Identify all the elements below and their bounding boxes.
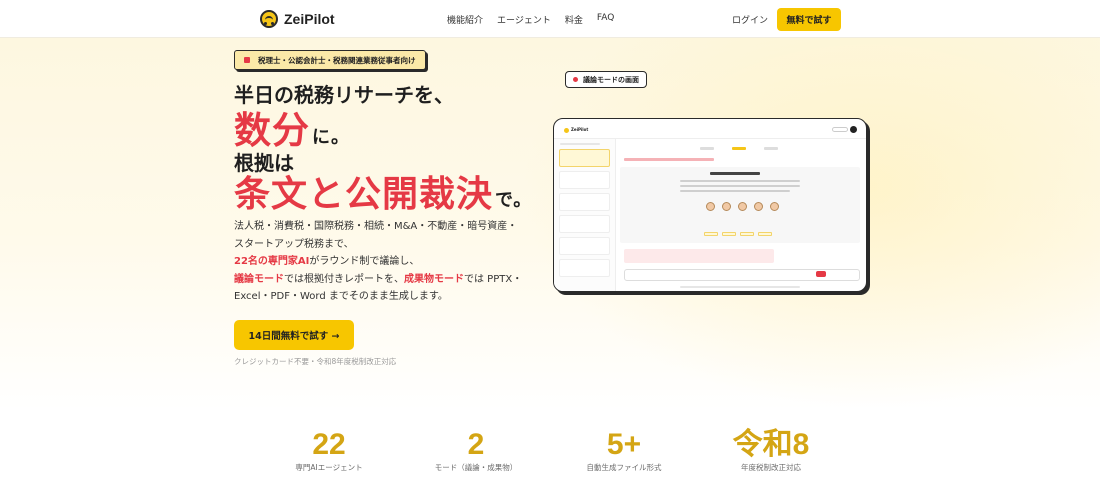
mock-main-area [620, 139, 864, 291]
badge-text: 税理士・公認会計士・税務関連業務従事者向け [258, 55, 416, 65]
desc-line-1: 法人税・消費税・国際税務・相続・M&A・不動産・暗号資産・ [234, 221, 518, 232]
desc-line-4-mid: では根拠付きレポートを、 [284, 273, 404, 285]
mock-topbar: ZeiPilot [554, 119, 866, 139]
mock-option-tab [704, 232, 718, 236]
nav-faq[interactable]: FAQ [597, 13, 614, 26]
stat-label: 自動生成ファイル形式 [586, 463, 662, 472]
desc-line-5: Excel・PDF・Word までそのまま生成します。 [234, 291, 448, 303]
headline-highlight-sources: 条文と公開裁決 [234, 174, 494, 215]
hero-description: 法人税・消費税・国際税務・相続・M&A・不動産・暗号資産・ スタートアップ税務ま… [234, 218, 524, 306]
mock-sidebar-card [559, 237, 610, 255]
mock-screen-label: 議論モードの画面 [565, 71, 647, 88]
nav-agents[interactable]: エージェント [497, 13, 551, 26]
mock-label-dot-icon [573, 77, 578, 82]
stat-value: 2 [467, 428, 485, 461]
stat-label: モード（議論・成果物） [434, 463, 518, 472]
mock-panel-title [710, 172, 760, 175]
mock-step [700, 147, 714, 150]
stat-label: 専門AIエージェント [295, 463, 363, 472]
mock-alert [624, 158, 714, 161]
headline-suffix-ni: に。 [312, 127, 350, 148]
mock-sidebar-card [559, 259, 610, 277]
mock-sidebar-card [559, 193, 610, 211]
stat-value: 令和8 [732, 428, 810, 461]
badge-bullet-icon [244, 57, 250, 63]
stat-agents: 22 専門AIエージェント [254, 430, 404, 473]
mock-panel-line [680, 185, 800, 187]
mock-sidebar-card-active [559, 149, 610, 167]
stat-label: 年度税制改正対応 [741, 463, 801, 472]
mock-logo-icon [564, 128, 569, 133]
mock-logo-text: ZeiPilot [571, 127, 589, 132]
stat-tax-reform: 令和8 年度税制改正対応 [696, 430, 846, 473]
mock-message [624, 249, 774, 263]
nav-features[interactable]: 機能紹介 [447, 13, 483, 26]
agent-avatar-icon [754, 202, 763, 211]
mock-footer-line [680, 286, 800, 288]
mock-sidebar-card [559, 171, 610, 189]
main-nav: 機能紹介 エージェント 料金 FAQ [447, 13, 614, 26]
free-trial-button-header[interactable]: 無料で試す [777, 8, 841, 31]
desc-highlight-deliverable-mode: 成果物モード [404, 273, 464, 285]
mock-step [764, 147, 778, 150]
mock-avatar-icon [850, 126, 857, 133]
mock-sidebar-line [560, 143, 600, 145]
stat-modes: 2 モード（議論・成果物） [401, 430, 551, 473]
desc-line-2: スタートアップ税務まで、 [234, 238, 354, 250]
desc-line-4: 議論モードでは根拠付きレポートを、成果物モードでは PPTX・ [234, 271, 524, 289]
stat-file-formats: 5+ 自動生成ファイル形式 [549, 430, 699, 473]
mock-panel-line [680, 180, 800, 182]
mock-option-tabs [704, 232, 772, 236]
cta-note: クレジットカード不要・令和8年度税制改正対応 [234, 357, 397, 366]
desc-highlight-experts: 22名の専門家AI [234, 256, 310, 268]
login-link[interactable]: ログイン [732, 13, 768, 26]
headline-suffix-de: で。 [495, 190, 533, 211]
headline-highlight-minutes: 数分 [234, 109, 310, 152]
desc-line-3-rest: がラウンド制で議論し、 [309, 256, 420, 268]
desc-line-3: 22名の専門家AIがラウンド制で議論し、 [234, 253, 524, 271]
desc-line-4-rest: では PPTX・ [464, 273, 523, 285]
app-screenshot-mock: ZeiPilot [553, 118, 867, 292]
headline-line-2: 数分 に。 [234, 100, 350, 154]
zeipilot-logo-icon [260, 10, 278, 28]
agent-avatar-icon [722, 202, 731, 211]
audience-badge: 税理士・公認会計士・税務関連業務従事者向け [234, 50, 426, 70]
stat-value: 5+ [606, 428, 642, 461]
mock-step-active [732, 147, 746, 150]
logo[interactable]: ZeiPilot [260, 10, 335, 28]
mock-send-button [816, 271, 826, 277]
free-trial-button-hero[interactable]: 14日間無料で試す → [234, 320, 354, 350]
mock-option-tab [740, 232, 754, 236]
mock-sidebar [554, 139, 616, 291]
stats-section: 22 専門AIエージェント 2 モード（議論・成果物） 5+ 自動生成ファイル形… [0, 410, 1100, 496]
mock-steps [700, 147, 778, 150]
mock-discussion-panel [620, 167, 860, 243]
desc-highlight-discussion-mode: 議論モード [234, 273, 284, 285]
mock-sidebar-card [559, 215, 610, 233]
site-header: ZeiPilot 機能紹介 エージェント 料金 FAQ ログイン 無料で試す [0, 0, 1100, 38]
hero-section: 税理士・公認会計士・税務関連業務従事者向け 半日の税務リサーチを、 数分 に。 根… [0, 38, 1100, 410]
mock-label-text: 議論モードの画面 [583, 75, 639, 84]
headline-line-4: 条文と公開裁決 で。 [234, 165, 532, 217]
nav-pricing[interactable]: 料金 [565, 13, 583, 26]
mock-option-tab [758, 232, 772, 236]
mock-panel-line [680, 190, 790, 192]
agent-avatar-icon [706, 202, 715, 211]
mock-option-tab [722, 232, 736, 236]
mock-topbar-pill [832, 127, 848, 132]
agent-avatar-icon [738, 202, 747, 211]
mock-agent-avatars [706, 202, 779, 211]
stat-value: 22 [312, 428, 346, 461]
agent-avatar-icon [770, 202, 779, 211]
logo-text: ZeiPilot [284, 11, 335, 27]
